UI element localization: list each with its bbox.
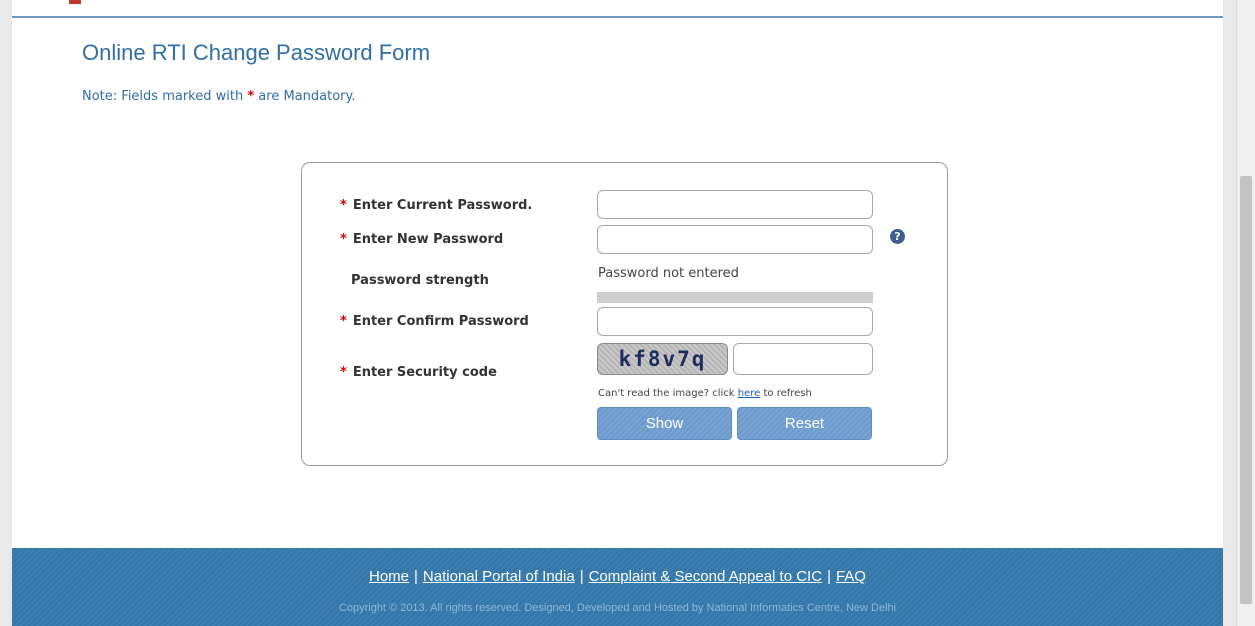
security-code-label-text: Enter Security code bbox=[352, 365, 497, 380]
refresh-suffix: to refresh bbox=[763, 388, 812, 399]
footer-links: Home | National Portal of India | Complaint … bbox=[12, 568, 1223, 585]
captcha-refresh-note: Can't read the image? click here to refr… bbox=[598, 388, 812, 399]
new-password-label-text: Enter New Password bbox=[352, 232, 504, 247]
top-bar bbox=[12, 0, 1223, 18]
note-suffix: are Mandatory. bbox=[258, 89, 356, 104]
confirm-password-label: * Enter Confirm Password bbox=[340, 314, 529, 329]
current-password-input[interactable] bbox=[597, 190, 873, 219]
required-star: * bbox=[340, 314, 347, 329]
reset-button[interactable]: Reset bbox=[737, 407, 872, 440]
current-password-label-text: Enter Current Password. bbox=[352, 198, 533, 213]
captcha-image: kf8v7q bbox=[597, 343, 728, 375]
top-bar-mark bbox=[69, 0, 81, 4]
footer-separator: | bbox=[579, 568, 584, 585]
show-button[interactable]: Show bbox=[597, 407, 732, 440]
required-star: * bbox=[340, 198, 347, 213]
scrollbar-thumb[interactable] bbox=[1240, 176, 1252, 604]
footer-link-home[interactable]: Home bbox=[369, 568, 409, 585]
password-strength-label: Password strength bbox=[351, 273, 489, 288]
note-prefix: Note: Fields marked with bbox=[82, 89, 244, 104]
page: Online RTI Change Password Form Note: Fi… bbox=[12, 0, 1223, 626]
note-required-star: * bbox=[247, 89, 255, 104]
password-strength-status: Password not entered bbox=[598, 266, 739, 281]
confirm-password-input[interactable] bbox=[597, 307, 873, 336]
footer-separator: | bbox=[414, 568, 418, 585]
required-star: * bbox=[340, 232, 347, 247]
footer: Home | National Portal of India | Complaint … bbox=[12, 548, 1223, 626]
help-icon[interactable]: ? bbox=[890, 229, 905, 244]
change-password-form: * Enter Current Password. * Enter New Pass… bbox=[301, 162, 948, 466]
footer-link-complaint-appeal[interactable]: Complaint & Second Appeal to CIC bbox=[589, 568, 822, 585]
new-password-input[interactable] bbox=[597, 225, 873, 254]
required-star: * bbox=[340, 365, 347, 380]
mandatory-note: Note: Fields marked with * are Mandatory… bbox=[82, 89, 355, 104]
security-code-label: * Enter Security code bbox=[340, 365, 497, 380]
password-strength-bar bbox=[597, 292, 873, 303]
vertical-scrollbar[interactable] bbox=[1236, 0, 1255, 626]
confirm-password-label-text: Enter Confirm Password bbox=[352, 314, 529, 329]
security-code-input[interactable] bbox=[733, 343, 873, 375]
refresh-captcha-link[interactable]: here bbox=[738, 388, 761, 399]
new-password-label: * Enter New Password bbox=[340, 232, 503, 247]
footer-separator: | bbox=[827, 568, 831, 585]
page-title: Online RTI Change Password Form bbox=[82, 40, 431, 65]
refresh-prefix: Can't read the image? click bbox=[598, 388, 735, 399]
copyright-text: Copyright © 2013. All rights reserved. D… bbox=[338, 602, 897, 614]
footer-link-faq[interactable]: FAQ bbox=[836, 568, 866, 585]
current-password-label: * Enter Current Password. bbox=[340, 198, 532, 213]
footer-link-national-portal[interactable]: National Portal of India bbox=[423, 568, 575, 585]
